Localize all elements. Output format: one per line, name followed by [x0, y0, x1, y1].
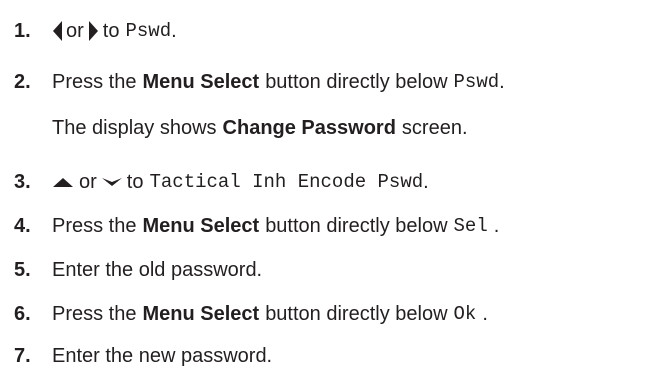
arrow-left-icon	[52, 20, 64, 42]
step-number: 4.	[14, 214, 31, 237]
button-name: Menu Select	[142, 214, 260, 237]
screen-name: Change Password	[222, 116, 396, 139]
step-number: 3.	[14, 170, 31, 193]
end-punct: .	[493, 214, 500, 237]
step-text: Press the Menu Select button directly be…	[52, 71, 505, 94]
step-2: 2. Press the Menu Select button directly…	[14, 68, 505, 96]
step-number: 7.	[14, 344, 31, 367]
end-punct: .	[171, 19, 177, 42]
code-text: Pswd	[125, 20, 172, 42]
to-word: to	[126, 170, 144, 193]
text-mid: button directly below	[265, 70, 448, 93]
end-punct: .	[482, 302, 488, 325]
step-3: 3. or to Tactical Inh Encode Pswd .	[14, 168, 429, 196]
cont-post: screen.	[401, 116, 468, 139]
text-mid: button directly below	[265, 302, 448, 325]
step-number: 6.	[14, 302, 31, 325]
arrow-down-icon	[101, 175, 123, 189]
end-punct: .	[423, 170, 429, 193]
step-number: 5.	[14, 258, 31, 281]
step-text: Enter the new password.	[52, 344, 273, 367]
step-4: 4. Press the Menu Select button directly…	[14, 212, 499, 240]
code-text: Sel	[453, 215, 488, 237]
step-6: 6. Press the Menu Select button directly…	[14, 300, 488, 328]
step-text: or to Tactical Inh Encode Pswd .	[52, 171, 429, 194]
text-pre: Press the	[52, 214, 137, 237]
button-name: Menu Select	[142, 70, 260, 93]
code-text: Tactical Inh Encode Pswd	[149, 171, 424, 193]
step-number: 1.	[14, 19, 31, 42]
end-punct: .	[499, 70, 505, 93]
text-pre: Press the	[52, 70, 137, 93]
step-number: 2.	[14, 70, 31, 93]
text-pre: Press the	[52, 302, 137, 325]
arrow-up-icon	[52, 175, 74, 189]
step-1: 1. or to Pswd .	[14, 17, 177, 45]
step-text: or to Pswd .	[52, 20, 177, 43]
step-7: 7. Enter the new password.	[14, 342, 272, 370]
step-5: 5. Enter the old password.	[14, 256, 262, 284]
text-mid: button directly below	[265, 214, 448, 237]
or-word: or	[66, 19, 84, 42]
to-word: to	[102, 19, 120, 42]
code-text: Ok	[453, 303, 477, 325]
step-text: Press the Menu Select button directly be…	[52, 303, 488, 326]
arrow-right-icon	[87, 20, 99, 42]
step-2-continuation: The display shows Change Password screen…	[52, 114, 468, 142]
code-text: Pswd	[453, 71, 500, 93]
or-word: or	[79, 170, 97, 193]
step-text: Enter the old password.	[52, 258, 263, 281]
step-text: Press the Menu Select button directly be…	[52, 215, 499, 238]
button-name: Menu Select	[142, 302, 260, 325]
cont-pre: The display shows	[52, 116, 217, 139]
